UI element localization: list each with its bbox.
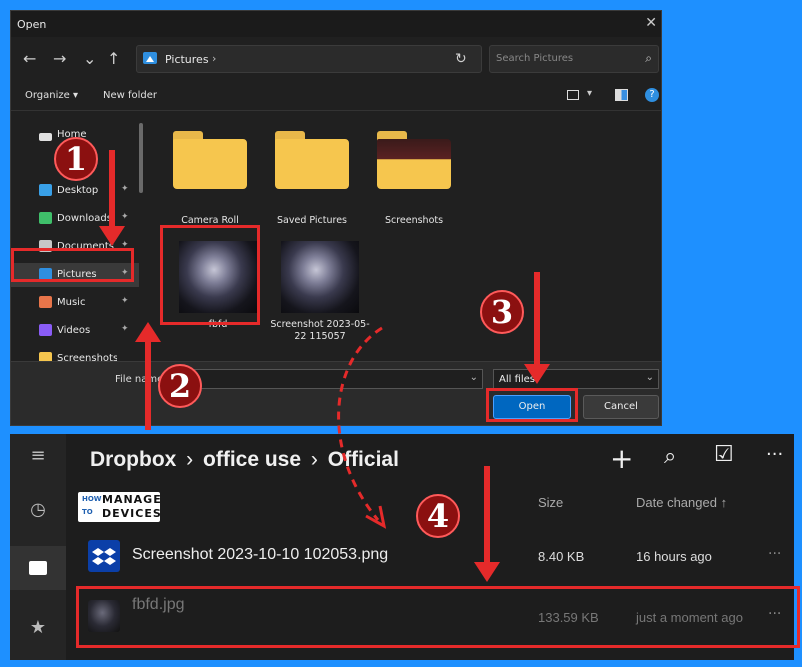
chevron-right-icon: › [186,448,194,471]
view-dropdown-icon[interactable]: ▾ [587,88,592,99]
search-box[interactable]: ⌕ [489,45,659,73]
menu-icon[interactable]: ≡ [10,434,66,478]
column-header-date-changed[interactable]: Date changed ↑ [636,495,727,510]
column-header-size[interactable]: Size [538,495,563,510]
folder-saved-pictures[interactable]: Saved Pictures [257,215,367,227]
sidebar-item-label: Videos [57,325,91,336]
arrow-up [145,340,151,430]
file-type-select[interactable]: All files ⌄ [493,369,659,389]
row-more-icon[interactable]: ··· [768,546,781,562]
organize-button[interactable]: Organize ▾ [25,90,78,101]
pin-icon[interactable]: ✦ [121,184,129,194]
back-arrow-icon[interactable]: ← [23,49,36,68]
arrow-down [484,466,490,566]
sidebar-item-label: Downloads [57,213,112,224]
cancel-button[interactable]: Cancel [583,395,659,419]
highlight-open-button [486,388,578,422]
chevron-down-icon[interactable]: ⌄ [646,372,654,383]
arrow-head [524,364,550,384]
step-badge-1: 1 [54,137,98,181]
close-icon[interactable]: ✕ [645,15,657,31]
arrow-head [135,322,161,342]
pin-icon[interactable]: ✦ [121,296,129,306]
file-size: 8.40 KB [538,549,585,564]
highlight-uploaded-file [76,586,800,648]
dialog-title-bar: Open ✕ [11,11,661,37]
home-icon [39,133,52,141]
address-path[interactable]: Pictures [165,53,209,66]
videos-icon [39,324,52,336]
view-options-icon[interactable] [567,90,579,100]
sidebar-item-desktop[interactable]: Desktop ✦ [11,179,139,203]
search-icon[interactable]: ⌕ [664,444,676,469]
step-badge-3: 3 [480,290,524,334]
folder-icon[interactable] [275,131,349,189]
image-thumbnail-screenshot[interactable] [281,241,359,313]
pin-icon[interactable]: ✦ [121,212,129,222]
arrow-down [109,150,115,230]
table-row[interactable]: Screenshot 2023-10-10 102053.png 8.40 KB… [66,530,794,582]
folder-icon[interactable] [173,131,247,189]
breadcrumb-item-office-use[interactable]: office use [203,448,301,471]
step-badge-4: 4 [416,494,460,538]
breadcrumb-item-dropbox[interactable]: Dropbox [90,448,176,471]
up-arrow-icon[interactable]: ↑ [107,49,120,68]
desktop-icon [39,184,52,196]
download-icon [39,212,52,224]
preview-pane-icon[interactable] [615,89,628,101]
chevron-right-icon: › [212,52,217,65]
sidebar-item-videos[interactable]: Videos ✦ [11,319,139,343]
howtomanagedevices-logo: HOW TO MANAGE DEVICES [78,492,161,522]
sidebar-item-music[interactable]: Music ✦ [11,291,139,315]
pictures-icon [143,52,157,64]
folder-icon[interactable] [377,131,451,189]
help-icon[interactable]: ? [645,88,659,102]
sidebar-scrollbar[interactable] [139,123,143,193]
chevron-down-icon[interactable]: ⌄ [470,372,478,383]
arrow-down [534,272,540,366]
arrow-head [474,562,500,582]
highlight-pictures [11,248,134,282]
dialog-title: Open [17,18,47,31]
search-input[interactable] [496,53,626,64]
step-badge-2: 2 [158,364,202,408]
forward-arrow-icon[interactable]: → [53,49,66,68]
folder-screenshots[interactable]: Screenshots [359,215,469,227]
curved-dashed-arrow [337,326,387,529]
new-folder-button[interactable]: New folder [103,90,157,101]
file-name[interactable]: Screenshot 2023-10-10 102053.png [132,546,388,564]
more-options-icon[interactable]: ··· [766,444,783,465]
select-checkbox-icon[interactable]: ☑ [714,442,734,467]
sidebar-item-label: Desktop [57,185,99,196]
address-bar[interactable]: Pictures › ⌄ [136,45,541,73]
search-icon[interactable]: ⌕ [645,51,652,66]
sidebar-item-label: Music [57,297,86,308]
file-date: 16 hours ago [636,549,712,564]
highlight-fbfd [160,225,260,325]
left-rail: ≡ ◷ ★ [10,434,66,660]
pin-icon[interactable]: ✦ [121,324,129,334]
music-icon [39,296,52,308]
add-icon[interactable]: + [610,442,633,475]
star-icon[interactable]: ★ [10,606,66,650]
arrow-head [99,226,125,246]
folder-icon[interactable] [10,546,66,590]
recent-clock-icon[interactable]: ◷ [10,488,66,532]
refresh-icon[interactable]: ↻ [455,51,467,67]
navigation-bar: ← → ⌄ ↑ Pictures › ⌄ ↻ ⌕ [11,37,661,81]
chevron-down-icon[interactable]: ⌄ [83,49,96,68]
dropbox-file-icon [88,540,120,572]
command-bar: Organize ▾ New folder ▾ ? [11,81,661,111]
